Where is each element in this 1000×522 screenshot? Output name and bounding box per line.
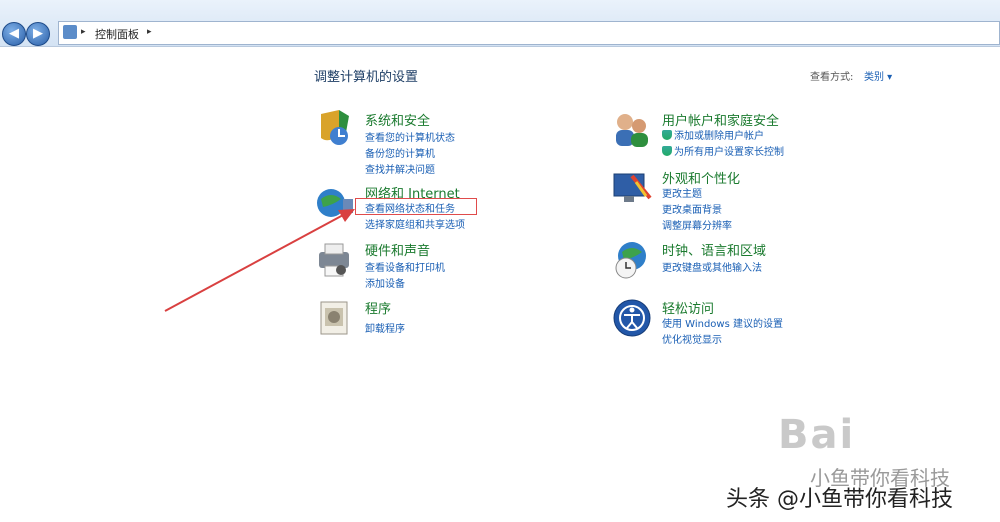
baidu-watermark: Bai: [778, 412, 856, 458]
footer-credit: 头条 @小鱼带你看科技: [726, 487, 953, 512]
